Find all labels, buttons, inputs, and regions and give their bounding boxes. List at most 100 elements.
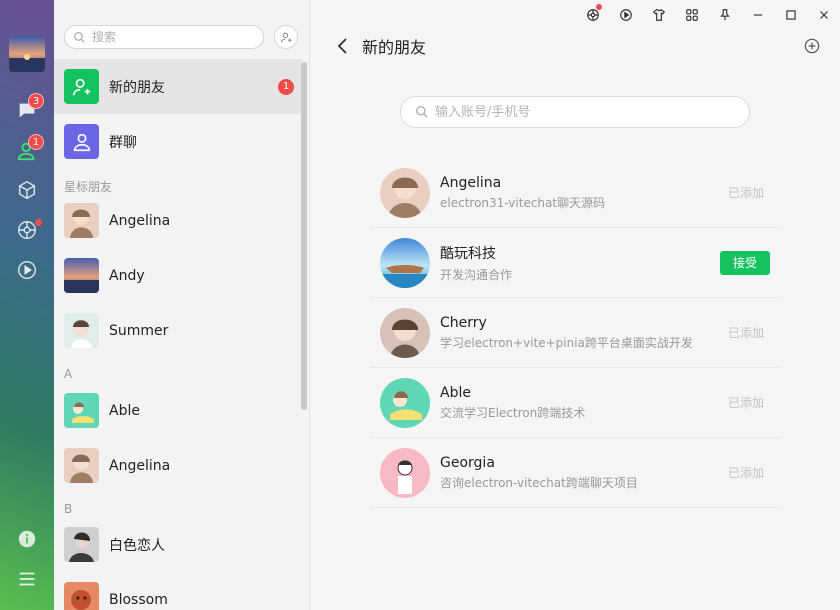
group-chat-tile bbox=[64, 124, 99, 159]
moments-dot bbox=[35, 219, 42, 226]
request-status: 已添加 bbox=[727, 396, 764, 410]
contact-list-panel: 新的朋友 1 群聊 星标朋友 Angelina Andy Summer A Ab… bbox=[54, 0, 310, 610]
user-avatar[interactable] bbox=[9, 36, 45, 72]
new-friends-pane: 新的朋友 Angelina electron31-vitechat聊天源码 已添… bbox=[310, 0, 840, 610]
chat-nav-item[interactable]: 3 bbox=[14, 93, 44, 123]
contact-row[interactable]: Angelina bbox=[54, 193, 302, 248]
grid-icon bbox=[685, 9, 698, 21]
request-avatar bbox=[380, 377, 430, 428]
contact-name: 白色恋人 bbox=[109, 537, 165, 554]
new-friends-item[interactable]: 新的朋友 1 bbox=[54, 59, 302, 114]
request-name: Georgia bbox=[440, 454, 495, 471]
friend-request-row[interactable]: Able 交流学习Electron跨端技术 已添加 bbox=[370, 368, 780, 438]
contact-row[interactable]: Blossom bbox=[54, 572, 302, 610]
contact-search-box[interactable] bbox=[64, 25, 264, 49]
apps-toolbar-button[interactable] bbox=[675, 0, 708, 30]
contact-row[interactable]: Summer bbox=[54, 303, 302, 358]
contact-avatar bbox=[64, 582, 99, 610]
close-icon bbox=[819, 11, 828, 19]
contact-row[interactable]: Angelina bbox=[54, 438, 302, 493]
add-contact-button[interactable] bbox=[274, 25, 298, 49]
account-search-input[interactable] bbox=[435, 104, 715, 120]
aperture-icon bbox=[586, 9, 599, 21]
add-friend-icon bbox=[72, 78, 90, 95]
contact-avatar bbox=[64, 527, 99, 562]
friend-request-row[interactable]: Georgia 咨询electron-vitechat跨端聊天项目 已添加 bbox=[370, 438, 780, 508]
menu-nav-item[interactable] bbox=[14, 566, 40, 592]
group-icon bbox=[73, 133, 90, 151]
friend-request-row[interactable]: 酷玩科技 开发沟通合作 接受 bbox=[370, 228, 780, 298]
minimize-button[interactable] bbox=[741, 0, 774, 30]
tshirt-icon bbox=[652, 8, 665, 21]
contact-name: Angelina bbox=[109, 457, 171, 474]
request-name: Angelina bbox=[440, 174, 502, 191]
video-nav-item[interactable] bbox=[14, 257, 40, 283]
contact-row[interactable]: 白色恋人 bbox=[54, 517, 302, 572]
request-status: 已添加 bbox=[727, 186, 764, 200]
new-friends-label: 新的朋友 bbox=[109, 79, 165, 96]
maximize-button[interactable] bbox=[774, 0, 807, 30]
request-status: 已添加 bbox=[727, 326, 764, 340]
page-title: 新的朋友 bbox=[362, 38, 427, 57]
request-message: 学习electron+vite+pinia跨平台桌面实战开发 bbox=[440, 335, 693, 350]
new-friends-badge: 1 bbox=[278, 79, 294, 95]
pin-icon bbox=[719, 9, 730, 21]
request-avatar bbox=[380, 307, 430, 358]
section-a-label: A bbox=[64, 367, 73, 381]
request-name: Able bbox=[440, 384, 471, 401]
contact-name: Summer bbox=[109, 322, 169, 339]
request-message: electron31-vitechat聊天源码 bbox=[440, 195, 606, 210]
group-chat-item[interactable]: 群聊 bbox=[54, 114, 302, 169]
search-icon bbox=[416, 106, 428, 118]
request-name: Cherry bbox=[440, 314, 487, 331]
friend-request-row[interactable]: Cherry 学习electron+vite+pinia跨平台桌面实战开发 已添… bbox=[370, 298, 780, 368]
account-search-box[interactable] bbox=[400, 96, 750, 128]
contact-row[interactable]: Able bbox=[54, 383, 302, 438]
contact-avatar bbox=[64, 258, 99, 293]
request-status: 已添加 bbox=[727, 466, 764, 480]
contact-name: Blossom bbox=[109, 591, 168, 608]
video-play-icon bbox=[18, 261, 36, 279]
request-message: 交流学习Electron跨端技术 bbox=[440, 405, 586, 420]
request-message: 咨询electron-vitechat跨端聊天项目 bbox=[440, 475, 638, 490]
info-nav-item[interactable] bbox=[14, 526, 40, 552]
video-toolbar-button[interactable] bbox=[609, 0, 642, 30]
contact-avatar bbox=[64, 448, 99, 483]
menu-icon bbox=[19, 572, 35, 586]
contact-avatar bbox=[64, 203, 99, 238]
new-friends-tile bbox=[64, 69, 99, 104]
contact-name: Andy bbox=[109, 267, 145, 284]
request-avatar bbox=[380, 237, 430, 288]
skin-toolbar-button[interactable] bbox=[642, 0, 675, 30]
contacts-nav-item[interactable]: 1 bbox=[14, 134, 44, 164]
contacts-badge: 1 bbox=[28, 134, 44, 150]
group-chat-label: 群聊 bbox=[109, 134, 137, 151]
add-user-icon bbox=[280, 32, 291, 42]
cube-icon bbox=[18, 180, 36, 200]
moments-toolbar-button[interactable] bbox=[576, 0, 609, 30]
add-circle-icon[interactable] bbox=[804, 38, 820, 54]
contact-list-scrollbar[interactable] bbox=[301, 62, 307, 410]
chat-unread-badge: 3 bbox=[28, 93, 44, 109]
moments-nav-item[interactable] bbox=[14, 217, 42, 243]
request-avatar bbox=[380, 167, 430, 218]
contact-row[interactable]: Andy bbox=[54, 248, 302, 303]
accept-button[interactable]: 接受 bbox=[720, 250, 770, 275]
toolbar-notify-dot bbox=[596, 4, 602, 10]
contact-avatar bbox=[64, 313, 99, 348]
close-button[interactable] bbox=[807, 0, 840, 30]
search-icon bbox=[74, 31, 85, 43]
request-name: 酷玩科技 bbox=[440, 245, 496, 262]
pin-toolbar-button[interactable] bbox=[708, 0, 741, 30]
window-toolbar bbox=[576, 0, 840, 30]
left-nav-bar: 3 1 bbox=[0, 0, 54, 610]
page-header: 新的朋友 bbox=[336, 34, 426, 58]
friend-request-row[interactable]: Angelina electron31-vitechat聊天源码 已添加 bbox=[370, 158, 780, 228]
contact-avatar bbox=[64, 393, 99, 428]
play-circle-icon bbox=[619, 9, 632, 21]
contact-search-input[interactable] bbox=[92, 30, 242, 44]
minimize-icon bbox=[753, 14, 762, 16]
cube-nav-item[interactable] bbox=[14, 177, 40, 203]
back-arrow-icon[interactable] bbox=[336, 37, 350, 55]
maximize-icon bbox=[785, 10, 796, 20]
